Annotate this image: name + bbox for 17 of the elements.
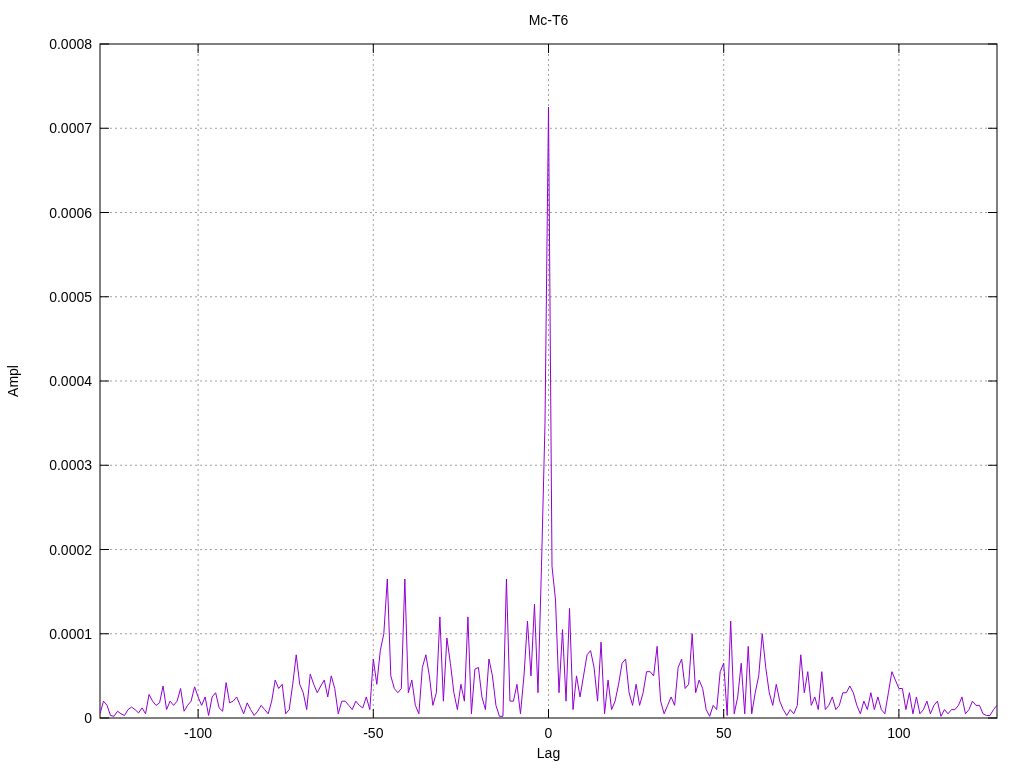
x-tick-label: 0 xyxy=(544,725,553,741)
y-tick-label: 0 xyxy=(84,710,92,726)
x-tick-label: 50 xyxy=(715,725,732,741)
y-tick-label: 0.0006 xyxy=(49,204,92,221)
y-tick-label: 0.0003 xyxy=(49,457,92,474)
x-axis-label: Lag xyxy=(536,745,561,761)
chart-title: Mc-T6 xyxy=(528,12,569,28)
x-tick-label: -100 xyxy=(184,725,213,741)
y-axis-label: Ampl xyxy=(5,365,21,397)
x-tick-label: -50 xyxy=(363,725,384,741)
y-tick-label: 0.0004 xyxy=(49,373,92,389)
y-tick-label: 0.0002 xyxy=(49,541,92,558)
y-tick-label: 0.0005 xyxy=(49,288,92,305)
y-tick-label: 0.0001 xyxy=(49,625,92,642)
y-tick-label: 0.0008 xyxy=(49,36,92,52)
x-tick-label: 100 xyxy=(887,725,911,741)
y-tick-label: 0.0007 xyxy=(49,120,92,137)
